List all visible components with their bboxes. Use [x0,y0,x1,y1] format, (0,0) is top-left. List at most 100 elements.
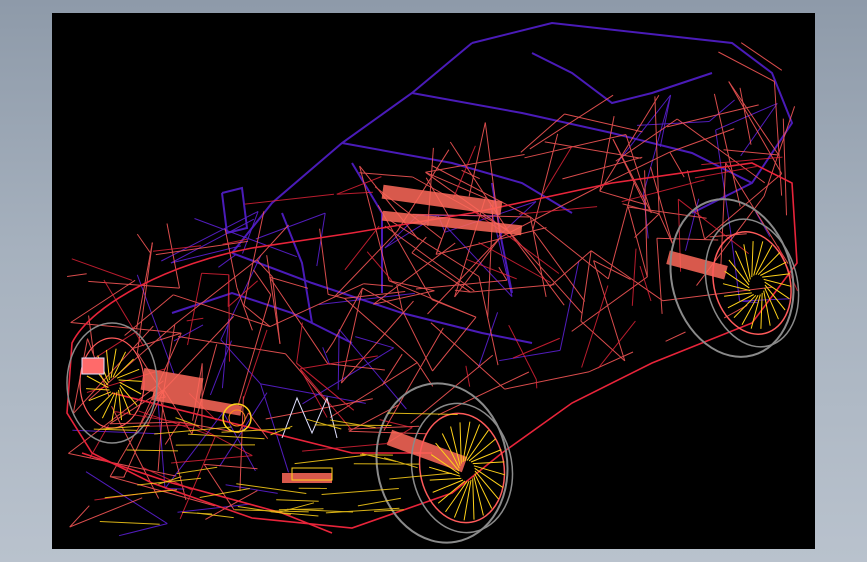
grille-edge [279,502,315,513]
mesh-edge [410,354,494,424]
headlights [81,357,338,481]
wheel-spoke [472,478,475,520]
mesh-edge [256,259,273,278]
grille-edge [278,508,324,511]
roof-frame-wireframe [171,21,794,344]
wheel-spoke [118,379,142,382]
mesh-edge [708,99,735,122]
mesh-edge [227,274,230,307]
mesh-edge [520,113,565,153]
interior-bars [140,184,728,483]
wheel-spoke [474,467,504,488]
mesh-edge [508,324,537,380]
mesh-edge [244,193,334,205]
mesh-edge [656,238,663,314]
grille-edge [294,454,366,465]
mesh-edge [344,291,406,299]
mesh-edge [363,283,393,287]
wheel-spoke [464,424,481,462]
mesh-edge [524,134,627,159]
mesh-edge [71,258,133,281]
mesh-edge [186,317,204,322]
mesh-edge [723,149,779,156]
mesh-edge [236,287,253,331]
wheel-spoke [110,348,117,379]
mesh-edge [677,198,750,254]
mesh-edge [388,280,435,292]
mesh-edge [535,379,538,389]
grille-edge [314,424,392,426]
mesh-edge [348,430,427,435]
mesh-edge [612,138,646,205]
mesh-edge [559,260,580,351]
mesh-edge [597,320,636,369]
mesh-edge [430,322,506,390]
mesh-edge [178,336,286,355]
mesh-edge [179,436,216,520]
grille-edge [176,466,218,475]
mesh-edge [171,455,253,464]
mesh-edge [701,156,783,166]
mesh-edge [103,279,145,347]
mesh-edge [454,237,501,298]
mesh-edge [218,254,236,268]
mesh-edge [452,145,476,199]
mesh-edge [468,122,486,197]
mesh-edge [728,81,780,156]
mesh-edge [173,294,271,328]
wheel-spoke [116,368,140,379]
mesh-edge [344,298,418,363]
mesh-edge [499,349,561,362]
front-left-wheel [66,322,158,444]
mesh-edge [224,228,238,288]
mesh-edge [118,523,168,537]
mesh-edge [67,273,87,277]
mesh-edge [532,133,559,231]
mesh-edge [542,146,573,194]
grille-edge [383,457,418,469]
mesh-edge [564,113,643,133]
mesh-edge [590,250,663,302]
wheel-spoke [473,465,506,476]
grille-mesh [93,412,458,525]
mesh-edge [656,237,719,241]
grille-edge [321,488,399,495]
mesh-edge [111,405,160,499]
mesh-edge [622,203,660,215]
mesh-edge [69,505,90,528]
mesh-edge [166,223,180,289]
mesh-edge [285,353,330,406]
wheel-spoke [722,283,751,292]
mesh-edge [201,272,229,276]
grille-edge [270,425,293,436]
wheel-spoke [429,477,462,481]
mesh-edge [302,443,387,452]
grille-edge [187,433,265,440]
mesh-edge [381,353,403,386]
wheel-spoke [743,244,751,280]
mesh-edge [237,294,272,406]
mesh-edge [136,233,152,254]
mesh-edge [384,225,475,292]
mesh-edge [650,166,673,244]
mesh-edge [383,327,444,431]
wheel-spoke [760,292,763,329]
wheel-spoke [762,273,790,278]
mesh-edge [68,452,177,477]
mesh-edge [739,87,752,145]
mesh-edge [634,213,660,238]
mesh-edge [437,371,530,416]
cad-viewport[interactable] [52,13,815,549]
mesh-edge [269,283,364,328]
mesh-edge [718,51,775,82]
mesh-edge [659,94,672,147]
grille-edge [93,428,138,431]
wheel-spoke [453,480,470,518]
wheel-spoke [751,241,754,278]
mesh-edge [333,287,363,342]
mesh-edge [581,285,609,368]
mesh-edge [665,331,686,342]
mesh-edge [296,322,303,364]
wheel-spoke [763,278,792,287]
car-wireframe-render [66,21,800,544]
